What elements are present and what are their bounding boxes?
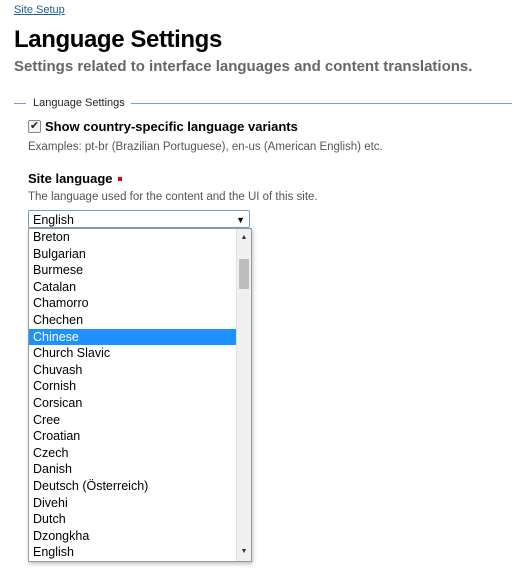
language-option[interactable]: Cornish	[29, 378, 236, 395]
language-option[interactable]: Dutch	[29, 511, 236, 528]
site-language-select[interactable]: English ▼	[28, 210, 250, 228]
required-icon	[117, 176, 122, 181]
language-option[interactable]: Cree	[29, 412, 236, 429]
fieldset-border-left	[14, 103, 26, 104]
fieldset-legend: Language Settings	[33, 97, 125, 109]
language-option[interactable]: Church Slavic	[29, 345, 236, 362]
language-option[interactable]: Burmese	[29, 262, 236, 279]
dropdown-scrollbar[interactable]: ▲ ▼	[236, 229, 251, 561]
site-language-selected-value: English	[33, 213, 74, 227]
breadcrumb-site-setup[interactable]: Site Setup	[14, 4, 65, 16]
language-option[interactable]: Corsican	[29, 395, 236, 412]
country-variants-label[interactable]: Show country-specific language variants	[45, 119, 298, 135]
language-option[interactable]: Catalan	[29, 279, 236, 296]
page-subtitle: Settings related to interface languages …	[14, 58, 473, 75]
language-option[interactable]: Croatian	[29, 428, 236, 445]
scroll-thumb[interactable]	[239, 259, 249, 289]
language-option[interactable]: Divehi	[29, 495, 236, 512]
site-language-label: Site language	[28, 171, 122, 187]
language-option[interactable]: Chinese	[29, 328, 236, 346]
language-options: Breton Bulgarian Burmese Catalan Chamorro Che…	[29, 229, 236, 561]
chevron-down-icon: ▼	[236, 215, 245, 225]
language-option[interactable]: Danish	[29, 461, 236, 478]
page-title: Language Settings	[14, 26, 222, 53]
scroll-up-icon[interactable]: ▲	[237, 231, 251, 245]
fieldset-border-right	[131, 103, 512, 104]
language-option[interactable]: Dzongkha	[29, 528, 236, 545]
language-option[interactable]: English	[29, 544, 236, 561]
language-option[interactable]: Chamorro	[29, 295, 236, 312]
language-option[interactable]: Czech	[29, 445, 236, 462]
country-variants-checkbox[interactable]: ✔	[28, 120, 41, 133]
language-option[interactable]: Chuvash	[29, 362, 236, 379]
site-language-help: The language used for the content and th…	[28, 191, 318, 203]
site-language-label-text: Site language	[28, 171, 113, 186]
country-variants-help: Examples: pt-br (Brazilian Portuguese), …	[28, 141, 383, 153]
site-language-dropdown-list[interactable]: Breton Bulgarian Burmese Catalan Chamorro Che…	[28, 228, 252, 562]
language-option[interactable]: Chechen	[29, 312, 236, 329]
scroll-down-icon[interactable]: ▼	[237, 545, 251, 559]
language-option[interactable]: Deutsch (Österreich)	[29, 478, 236, 495]
language-option[interactable]: Bulgarian	[29, 246, 236, 263]
language-option[interactable]: Breton	[29, 229, 236, 246]
language-settings-page: Site Setup Language Settings Settings re…	[0, 0, 512, 585]
